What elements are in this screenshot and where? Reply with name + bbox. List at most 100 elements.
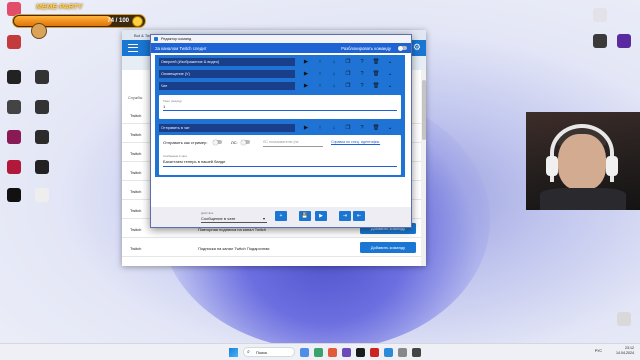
desktop-shortcut-icon[interactable] [28, 100, 56, 115]
taskbar-app-icon[interactable] [370, 348, 379, 357]
move-down-icon[interactable]: ↓ [327, 82, 341, 90]
delete-icon[interactable]: 🗑 [369, 82, 383, 90]
move-up-icon[interactable]: ↑ [313, 82, 327, 90]
desktop-shortcut-icon[interactable] [28, 160, 56, 175]
delay-card: Тикет (секунд) 1 [159, 95, 401, 119]
delete-icon[interactable]: 🗑 [369, 124, 383, 132]
unlock-label: Разблокировать команду [341, 46, 391, 51]
expand-icon[interactable]: ⌄ [383, 82, 397, 90]
command-row[interactable]: Чат ▶ ↑ ↓ ❐? 🗑 ⌄ [155, 81, 405, 91]
clock[interactable]: 23:12 14.04.2024 [616, 346, 634, 356]
expand-icon[interactable]: ⌄ [383, 70, 397, 78]
play-icon[interactable]: ▶ [299, 70, 313, 78]
add-action-button[interactable]: + [275, 211, 287, 221]
taskbar-app-icon[interactable] [356, 348, 365, 357]
command-row[interactable]: Оповещение (V) ▶ ↑ ↓ ❐? 🗑 ⌄ [155, 69, 405, 79]
desktop-shortcut-image [617, 34, 631, 48]
desktop-shortcut-icon[interactable] [28, 188, 56, 203]
desktop-shortcut-icon[interactable] [0, 100, 28, 115]
special-id-help-link[interactable]: Справка по спец. идентифик. [331, 140, 380, 144]
taskbar-app-icon[interactable] [342, 348, 351, 357]
delete-icon[interactable]: 🗑 [369, 70, 383, 78]
desktop-shortcut-icon[interactable] [0, 35, 28, 50]
move-down-icon[interactable]: ↓ [327, 58, 341, 66]
taskbar-app-icon[interactable] [384, 348, 393, 357]
delay-underline [163, 110, 397, 111]
command-row-send-chat[interactable]: Отправить в чат ▶ ↑ ↓ ❐? 🗑 ⌄ [155, 123, 405, 133]
desktop-shortcut-icon[interactable] [0, 188, 28, 203]
table-row: Twitch Подписка на канал Twitch Подарочна… [122, 239, 426, 257]
play-icon[interactable]: ▶ [299, 124, 313, 132]
taskbar-app-icon[interactable] [328, 348, 337, 357]
command-name: Оверлей (Изображение & видео) [159, 58, 295, 66]
xp-progress-fill [14, 16, 112, 26]
desktop-shortcut-icon[interactable] [28, 70, 56, 85]
send-as-streamer-toggle[interactable] [213, 139, 222, 145]
desktop-shortcut-icon[interactable] [28, 130, 56, 145]
chevron-down-icon[interactable]: ▾ [263, 216, 265, 221]
expand-icon[interactable]: ⌄ [383, 124, 397, 132]
play-icon[interactable]: ▶ [299, 58, 313, 66]
whisper-user-input[interactable]: ЛС пользователю (не [263, 140, 299, 144]
main-scrollbar[interactable] [421, 70, 426, 266]
start-icon[interactable] [229, 348, 238, 357]
desktop-shortcut-image [7, 188, 21, 202]
import-button[interactable]: ⇤ [353, 211, 365, 221]
move-down-icon[interactable]: ↓ [327, 124, 341, 132]
expand-icon[interactable]: ⌄ [383, 58, 397, 66]
help-icon[interactable]: ? [355, 82, 369, 90]
command-name: Оповещение (V) [159, 70, 295, 78]
taskbar-app-icon[interactable] [314, 348, 323, 357]
command-tools: ▶ ↑ ↓ ❐? 🗑 ⌄ [299, 58, 397, 66]
menu-icon[interactable] [128, 44, 138, 52]
delete-icon[interactable]: 🗑 [369, 58, 383, 66]
desktop-shortcut-icon[interactable] [586, 34, 614, 49]
main-scrollbar-thumb[interactable] [421, 80, 426, 140]
desktop-shortcut-icon[interactable] [610, 312, 638, 327]
copy-icon[interactable]: ❐ [341, 124, 355, 132]
command-row[interactable]: Оверлей (Изображение & видео) ▶ ↑ ↓ ❐? 🗑 ⌄ [155, 57, 405, 67]
add-command-button[interactable]: Добавить команду [360, 242, 416, 253]
chat-message-input[interactable]: Бахаттаем теперь в нашей банде [163, 159, 225, 164]
move-down-icon[interactable]: ↓ [327, 70, 341, 78]
copy-icon[interactable]: ❐ [341, 82, 355, 90]
command-tools: ▶ ↑ ↓ ❐? 🗑 ⌄ [299, 82, 397, 90]
move-up-icon[interactable]: ↑ [313, 70, 327, 78]
command-list: Оверлей (Изображение & видео) ▶ ↑ ↓ ❐? 🗑 ⌄ Опов… [155, 55, 405, 177]
desktop-shortcut-icon[interactable] [0, 160, 28, 175]
desktop-shortcut-icon[interactable] [610, 34, 638, 49]
webcam-feed [526, 112, 640, 210]
taskbar-search[interactable]: ⌕ Поиск [243, 347, 295, 357]
gear-icon[interactable]: ⚙ [413, 43, 421, 52]
taskbar-app-explorer-icon[interactable] [300, 348, 309, 357]
chat-message-label: Сообщение в чате [163, 154, 188, 158]
save-button[interactable]: 💾 [299, 211, 311, 221]
help-icon[interactable]: ? [355, 58, 369, 66]
test-button[interactable]: ▶ [315, 211, 327, 221]
delay-label: Тикет (секунд) [163, 99, 182, 103]
export-button[interactable]: ⇥ [339, 211, 351, 221]
action-label: Действия [201, 211, 214, 215]
desktop-shortcut-icon[interactable] [0, 70, 28, 85]
chat-message-underline [163, 166, 397, 167]
desktop-shortcut-icon[interactable] [586, 8, 614, 23]
play-icon[interactable]: ▶ [299, 82, 313, 90]
help-icon[interactable]: ? [355, 70, 369, 78]
xp-progress-bar: 74 / 100 [12, 14, 146, 39]
delay-input[interactable]: 1 [163, 104, 165, 109]
desktop-shortcut-icon[interactable] [0, 130, 28, 145]
action-select[interactable]: Сообщение в чате [201, 216, 235, 221]
help-icon[interactable]: ? [355, 124, 369, 132]
taskbar-app-icon[interactable] [398, 348, 407, 357]
dialog-trigger-bar: За каналом Twitch следит Разблокировать … [151, 43, 411, 53]
copy-icon[interactable]: ❐ [341, 58, 355, 66]
copy-icon[interactable]: ❐ [341, 70, 355, 78]
move-up-icon[interactable]: ↑ [313, 58, 327, 66]
move-up-icon[interactable]: ↑ [313, 124, 327, 132]
desktop-shortcut-image [593, 8, 607, 22]
desktop-shortcut-image [7, 35, 21, 49]
language-indicator[interactable]: РУС [595, 349, 602, 353]
taskbar-app-icon[interactable] [412, 348, 421, 357]
whisper-toggle[interactable] [241, 139, 250, 145]
unlock-toggle[interactable] [398, 45, 407, 51]
